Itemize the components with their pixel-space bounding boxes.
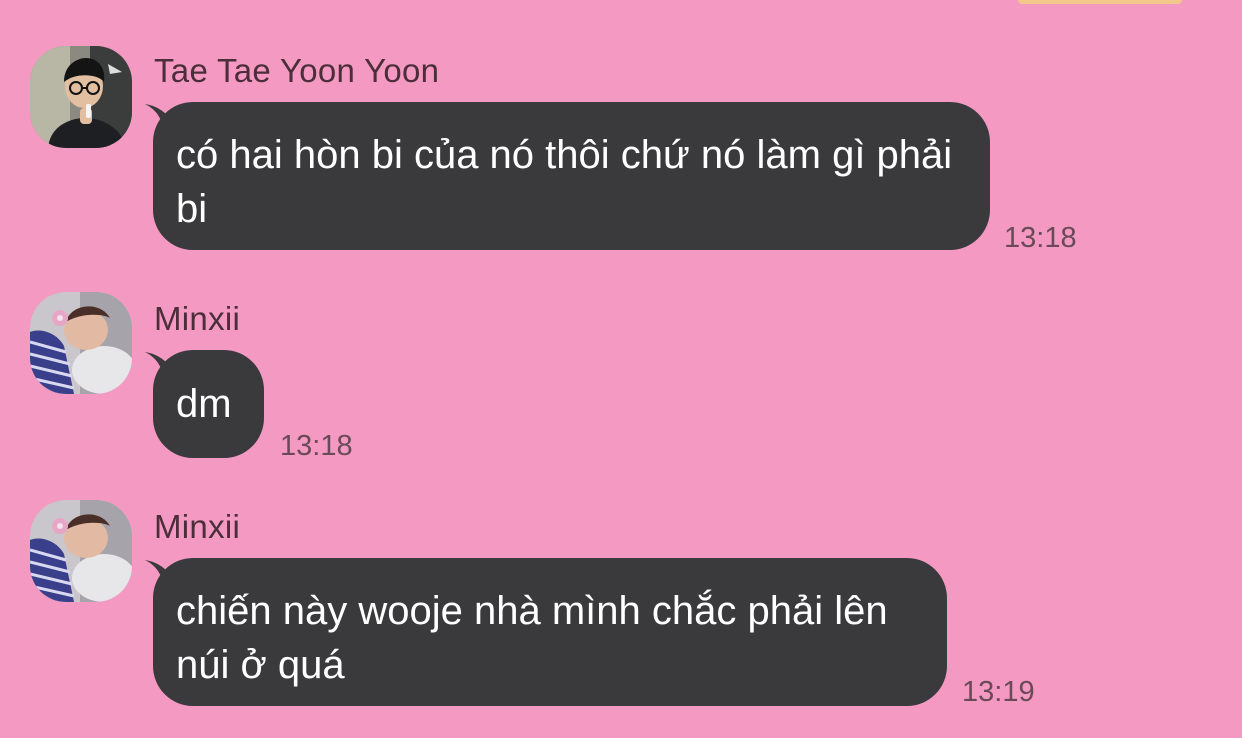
sender-name: Minxii <box>154 508 241 545</box>
message-time: 13:19 <box>962 676 1035 708</box>
avatar[interactable] <box>30 500 132 602</box>
message-bubble[interactable]: chiến này wooje nhà mình chắc phải lên n… <box>153 558 947 706</box>
chat-message-list[interactable]: Tae Tae Yoon Yoon có hai hòn bi của nó t… <box>0 0 1242 738</box>
avatar-person-striped-shirt-icon <box>30 500 132 602</box>
message-item: Minxii chiến này wooje nhà mình chắc phả… <box>0 0 1242 738</box>
